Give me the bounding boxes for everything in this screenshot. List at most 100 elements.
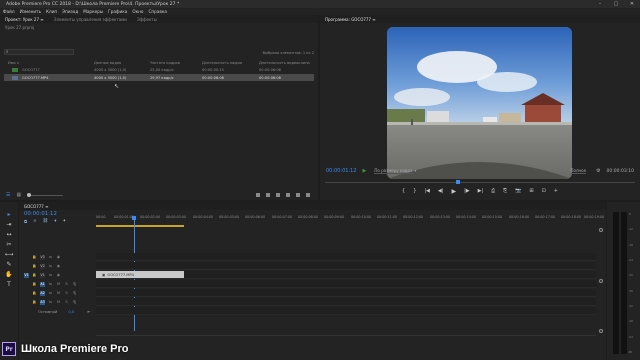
project-search-input[interactable]: ⌕ <box>4 49 74 55</box>
slip-tool-icon[interactable]: ⟷ <box>5 250 14 258</box>
resolution-select[interactable]: Полное <box>570 168 587 174</box>
scroll-handle-mid[interactable] <box>599 278 603 283</box>
mute-icon[interactable]: M <box>56 291 61 296</box>
track-target[interactable]: V3 <box>40 254 45 260</box>
track-lane-v2[interactable] <box>96 262 596 270</box>
eye-icon[interactable]: ◉ <box>56 264 61 269</box>
automate-icon[interactable] <box>266 193 270 197</box>
go-to-out-button[interactable]: ▶| <box>478 188 484 194</box>
minimize-button[interactable]: – <box>592 0 608 8</box>
find-icon[interactable] <box>276 193 280 197</box>
wrench-icon[interactable]: ✦ <box>63 219 67 225</box>
go-to-in-button[interactable]: |◀ <box>424 188 430 194</box>
lock-icon[interactable]: 🔒 <box>32 255 37 260</box>
menu-markers[interactable]: Маркеры <box>83 9 103 14</box>
lock-icon[interactable]: 🔒 <box>32 282 37 287</box>
lock-icon[interactable]: 🔒 <box>32 291 37 296</box>
sync-lock-icon[interactable]: ⇋ <box>48 282 53 287</box>
sync-lock-icon[interactable]: ⇋ <box>48 264 53 269</box>
solo-icon[interactable]: S <box>64 282 69 287</box>
col-media-duration[interactable]: Длительность медиа <box>202 61 242 65</box>
col-clip-duration[interactable]: Длительность видеоклипа <box>259 61 310 65</box>
go-to-end-icon[interactable]: ⇤ <box>87 309 90 314</box>
track-lane-master[interactable] <box>96 307 596 315</box>
sync-lock-icon[interactable]: ⇋ <box>48 273 53 278</box>
scroll-handle-top[interactable] <box>599 228 603 232</box>
lift-button[interactable]: ⎙ <box>491 188 495 194</box>
microphone-icon[interactable]: 🎙 <box>72 300 77 305</box>
button-editor-button[interactable]: + <box>554 188 558 194</box>
sync-lock-icon[interactable]: ⇋ <box>48 255 53 260</box>
list-view-icon[interactable]: ☰ <box>6 192 10 198</box>
eye-icon[interactable]: ◉ <box>56 255 61 260</box>
microphone-icon[interactable]: 🎙 <box>72 282 77 287</box>
mute-icon[interactable]: M <box>56 300 61 305</box>
step-back-button[interactable]: ◀| <box>438 188 444 194</box>
lock-icon[interactable]: 🔒 <box>32 300 37 305</box>
col-name[interactable]: Имя ∧ <box>8 61 19 65</box>
sync-lock-icon[interactable]: ⇋ <box>48 300 53 305</box>
menu-window[interactable]: Окно <box>132 9 143 14</box>
zoom-slider-handle[interactable] <box>27 193 32 197</box>
tab-program[interactable]: Программа: GOCO777 ≡ <box>325 17 376 22</box>
col-video-info[interactable]: Данные видео <box>94 61 121 65</box>
menu-sequence[interactable]: Эпизод <box>62 9 78 14</box>
timeline-clip[interactable]: ▣ GOCO777.MP4 <box>96 271 184 278</box>
sync-lock-icon[interactable]: ⇋ <box>48 291 53 296</box>
tab-effects[interactable]: Эффекты <box>137 17 157 22</box>
tab-project[interactable]: Проект: Урок 27 ≡ <box>5 17 44 22</box>
linked-selection-icon[interactable]: ⛓ <box>43 219 49 225</box>
export-frame-button[interactable]: 📷 <box>515 188 521 194</box>
timeline-timecode[interactable]: 00:00:01:12 <box>24 211 57 217</box>
mark-out-button[interactable]: } <box>413 188 416 194</box>
time-ruler[interactable]: 00:00 00:00:01:00 00:00:02:00 00:00:03:0… <box>96 211 604 227</box>
timeline-horizontal-scroll[interactable] <box>96 333 596 337</box>
menu-edit[interactable]: Изменить <box>20 9 41 14</box>
type-tool-icon[interactable]: T <box>5 280 13 288</box>
trash-icon[interactable] <box>306 193 310 197</box>
track-select-tool-icon[interactable]: ⇥ <box>5 220 13 228</box>
scrub-playhead[interactable] <box>456 180 460 184</box>
mute-icon[interactable]: M <box>56 282 61 287</box>
mark-in-button[interactable]: { <box>402 188 405 194</box>
safe-margins-button[interactable]: ⊡ <box>542 188 546 194</box>
tab-effect-controls[interactable]: Элементы управления эффектами <box>54 17 127 22</box>
add-marker-icon[interactable]: ▾ <box>54 219 56 225</box>
project-item-row[interactable]: GOCO777.MP4 4000 x 3000 (1,0) 29,97 кадр… <box>4 74 314 81</box>
track-target[interactable]: V2 <box>40 263 45 269</box>
eye-icon[interactable]: ◉ <box>56 273 61 278</box>
lock-icon[interactable]: 🔒 <box>32 273 37 278</box>
hand-tool-icon[interactable]: ✋ <box>5 270 13 278</box>
comparison-view-button[interactable]: ⊞ <box>529 188 533 194</box>
track-target[interactable]: A1 <box>40 281 45 287</box>
close-button[interactable]: ✕ <box>624 0 640 8</box>
track-lane-a3[interactable] <box>96 298 596 306</box>
pen-tool-icon[interactable]: ✎ <box>5 260 13 268</box>
track-target[interactable]: A2 <box>40 290 45 296</box>
solo-icon[interactable]: S <box>64 291 69 296</box>
microphone-icon[interactable]: 🎙 <box>72 291 77 296</box>
nest-icon[interactable]: ⧉ <box>24 219 27 225</box>
timeline-vertical-scroll[interactable] <box>599 228 603 333</box>
ripple-edit-tool-icon[interactable]: ↔ <box>5 230 13 238</box>
fit-select[interactable]: По размеру кадра <box>374 168 413 174</box>
play-button[interactable]: ▶ <box>451 188 456 195</box>
master-volume[interactable]: 0,0 <box>68 309 74 314</box>
tab-sequence[interactable]: GOCO777 ≡ <box>24 204 48 209</box>
menu-clip[interactable]: Клип <box>46 9 57 14</box>
marker-icon[interactable]: ▶ <box>363 168 367 174</box>
program-scrubber[interactable] <box>325 180 635 184</box>
new-item-icon[interactable] <box>296 193 300 197</box>
work-area-bar[interactable] <box>96 225 184 227</box>
track-lane-v3[interactable] <box>96 253 596 261</box>
source-patch-v1[interactable]: V1 <box>24 272 29 278</box>
solo-icon[interactable]: S <box>64 300 69 305</box>
selection-tool-icon[interactable]: ▸ <box>5 210 13 218</box>
sort-icon[interactable] <box>256 193 260 197</box>
maximize-button[interactable]: ▢ <box>608 0 624 8</box>
track-target[interactable]: V1 <box>40 272 45 278</box>
snap-icon[interactable]: ∩ <box>33 219 36 225</box>
menu-file[interactable]: Файл <box>3 9 15 14</box>
track-target[interactable]: A3 <box>40 299 45 305</box>
wrench-icon[interactable]: ⚙ <box>596 168 600 174</box>
